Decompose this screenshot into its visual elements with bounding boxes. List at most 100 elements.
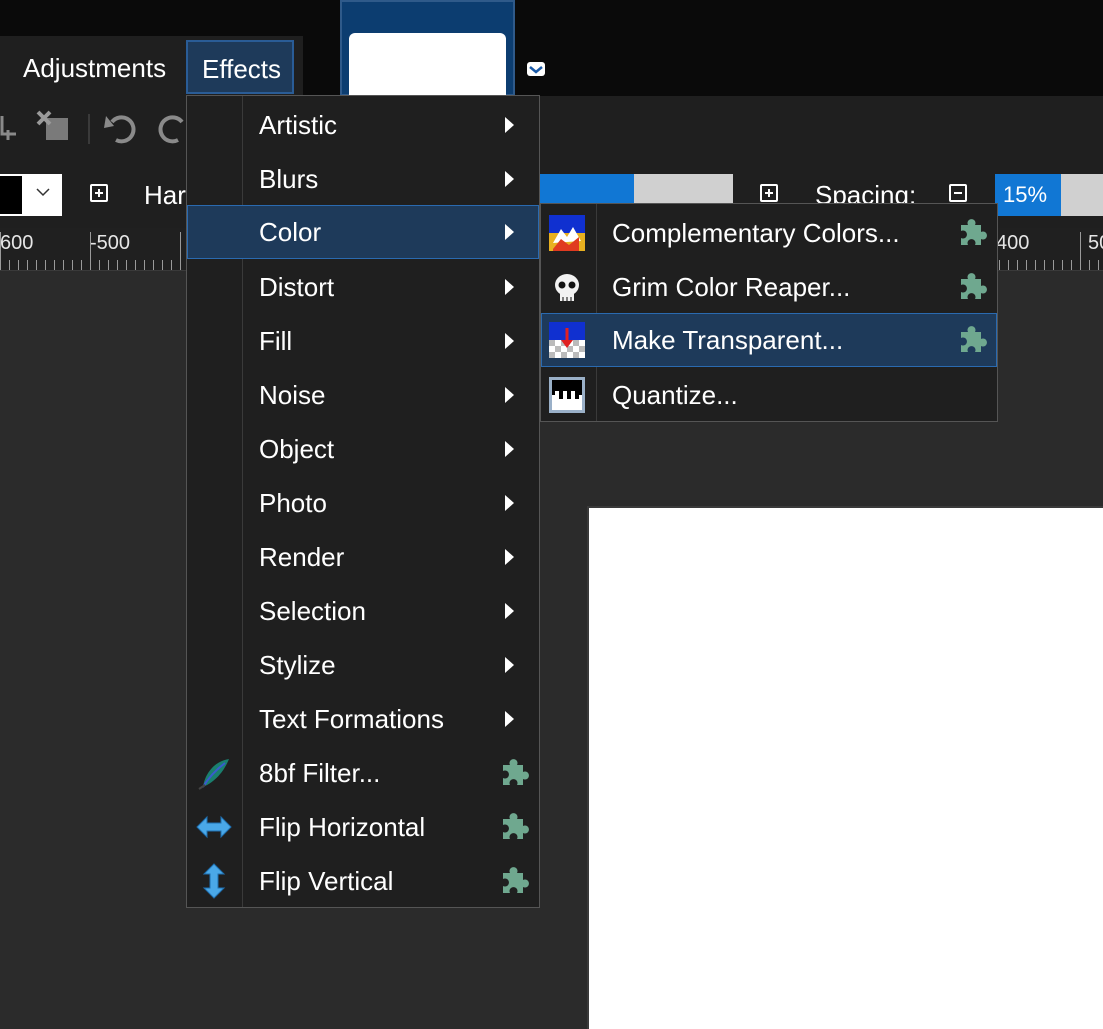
menu-item-make-transparent[interactable]: Make Transparent... — [541, 313, 997, 367]
menu-item-label: Noise — [259, 380, 326, 410]
menu-item-noise[interactable]: Noise — [187, 368, 539, 422]
menu-item-color[interactable]: Color — [187, 205, 539, 259]
menu-item-label: Complementary Colors... — [612, 218, 900, 248]
menu-item-label: Flip Vertical — [259, 866, 394, 896]
ruler-tick — [18, 260, 19, 270]
ruler-tick — [1044, 260, 1045, 270]
submenu-arrow-icon — [505, 117, 514, 133]
ruler-tick — [162, 260, 163, 270]
ruler-tick — [180, 232, 181, 270]
menu-item-quantize[interactable]: Quantize... — [541, 368, 997, 422]
vertical-arrows-icon — [202, 863, 226, 899]
submenu-arrow-icon — [505, 333, 514, 349]
menu-item-stylize[interactable]: Stylize — [187, 638, 539, 692]
ruler-tick — [108, 260, 109, 270]
increase-icon[interactable] — [760, 184, 778, 202]
ruler-tick — [1008, 260, 1009, 270]
ruler-tick — [54, 260, 55, 270]
horizontal-arrows-icon — [196, 815, 232, 839]
plugin-puzzle-icon — [503, 813, 529, 839]
menu-item-label: Distort — [259, 272, 335, 302]
submenu-arrow-icon — [505, 495, 514, 511]
color-swatch — [0, 176, 22, 214]
menu-item-label: Artistic — [259, 110, 337, 140]
menu-item-8bf-filter[interactable]: 8bf Filter... — [187, 746, 539, 800]
menu-item-label: Render — [259, 542, 345, 572]
undo-icon[interactable] — [102, 112, 140, 144]
skull-icon — [555, 274, 579, 301]
ruler-tick — [135, 260, 136, 270]
plugin-puzzle-icon — [503, 759, 529, 785]
ruler-tick — [1071, 260, 1072, 270]
spacing-value: 15% — [1003, 182, 1048, 207]
plugin-puzzle-icon — [503, 867, 529, 893]
ruler-tick — [81, 260, 82, 270]
menu-item-label: Color — [259, 217, 322, 247]
ruler-tick — [126, 260, 127, 270]
submenu-arrow-icon — [505, 279, 514, 295]
ruler-tick — [171, 260, 172, 270]
ruler-tick — [1080, 232, 1081, 270]
decrease-icon[interactable] — [949, 184, 967, 202]
complementary-colors-icon — [549, 215, 585, 251]
menu-item-render[interactable]: Render — [187, 530, 539, 584]
submenu-arrow-icon — [505, 441, 514, 457]
tab-list-dropdown-icon[interactable] — [526, 60, 546, 80]
submenu-arrow-icon — [505, 549, 514, 565]
menu-item-blurs[interactable]: Blurs — [187, 152, 539, 206]
ruler-tick — [1089, 260, 1090, 270]
submenu-arrow-icon — [505, 387, 514, 403]
ruler-tick — [90, 232, 91, 270]
menu-effects[interactable]: Effects — [186, 40, 294, 94]
ruler-tick — [45, 260, 46, 270]
submenu-arrow-icon — [505, 657, 514, 673]
hardness-label: Har — [144, 180, 186, 210]
ruler-label: 600 — [0, 232, 34, 254]
submenu-arrow-icon — [505, 711, 514, 727]
ruler-label: 50 — [1088, 232, 1103, 254]
menu-item-photo[interactable]: Photo — [187, 476, 539, 530]
quantize-icon — [549, 377, 585, 413]
ruler-tick — [1017, 260, 1018, 270]
menu-item-label: Photo — [259, 488, 327, 518]
menu-item-flip-horizontal[interactable]: Flip Horizontal — [187, 800, 539, 854]
ruler-tick — [63, 260, 64, 270]
ruler-tick — [1062, 260, 1063, 270]
increase-icon[interactable] — [90, 184, 108, 202]
menu-item-complementary-colors[interactable]: Complementary Colors... — [541, 206, 997, 260]
menu-item-object[interactable]: Object — [187, 422, 539, 476]
redo-icon[interactable] — [156, 112, 186, 144]
ruler-tick — [9, 260, 10, 270]
ruler-tick — [27, 260, 28, 270]
menu-item-label: Text Formations — [259, 704, 444, 734]
ruler-tick — [36, 260, 37, 270]
plugin-puzzle-icon — [961, 326, 987, 352]
menu-item-flip-vertical[interactable]: Flip Vertical — [187, 854, 539, 908]
menu-item-distort[interactable]: Distort — [187, 260, 539, 314]
menu-item-label: Selection — [259, 596, 366, 626]
menu-adjustments[interactable]: Adjustments — [9, 40, 180, 94]
plugin-puzzle-icon — [961, 219, 987, 245]
menu-item-label: Make Transparent... — [612, 325, 844, 355]
menu-item-label: Grim Color Reaper... — [612, 272, 851, 302]
ruler-tick — [153, 260, 154, 270]
menu-item-selection[interactable]: Selection — [187, 584, 539, 638]
ruler-tick — [99, 260, 100, 270]
menu-item-grim-color-reaper[interactable]: Grim Color Reaper... — [541, 260, 997, 314]
document-thumbnail[interactable] — [349, 33, 506, 96]
crop-icon[interactable] — [0, 112, 20, 142]
menu-item-label: Fill — [259, 326, 293, 356]
image-canvas[interactable] — [587, 506, 1103, 1029]
ruler-tick — [117, 260, 118, 270]
submenu-arrow-icon — [505, 603, 514, 619]
chevron-down-icon[interactable] — [36, 185, 50, 199]
ruler-tick — [72, 260, 73, 270]
menu-item-fill[interactable]: Fill — [187, 314, 539, 368]
ruler-tick — [1053, 260, 1054, 270]
menu-item-label: Blurs — [259, 164, 319, 194]
feather-icon — [198, 759, 229, 790]
menu-item-text-formations[interactable]: Text Formations — [187, 692, 539, 746]
menu-item-artistic[interactable]: Artistic — [187, 98, 539, 152]
deselect-icon[interactable] — [34, 108, 72, 144]
ruler-label: -500 — [90, 232, 131, 254]
